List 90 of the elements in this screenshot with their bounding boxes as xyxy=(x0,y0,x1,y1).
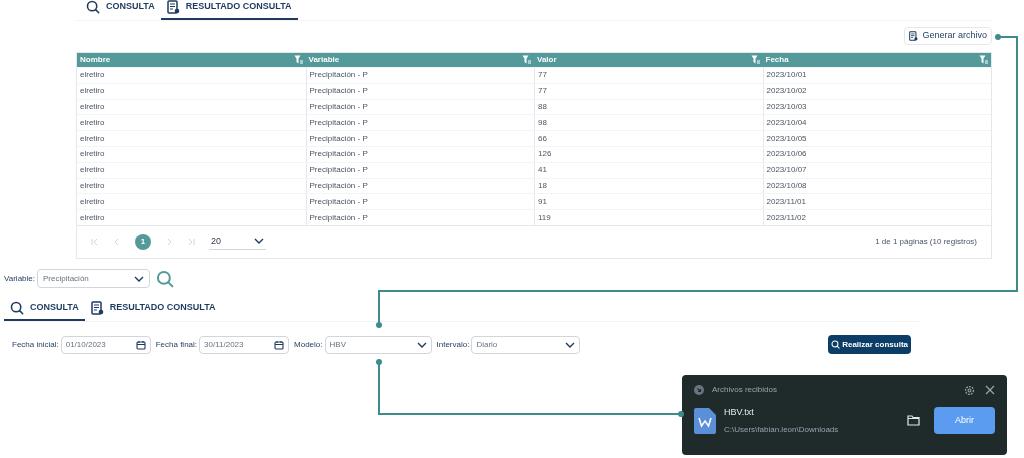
settings-icon[interactable] xyxy=(964,384,975,396)
folder-icon[interactable] xyxy=(907,415,920,427)
table-cell: elretiro xyxy=(80,179,105,192)
tab[interactable]: CONSULTA xyxy=(4,301,85,321)
dropdown[interactable]: HBV xyxy=(324,335,432,354)
table-cell: 2023/11/01 xyxy=(766,195,806,208)
field-label: Fecha final: xyxy=(155,338,198,351)
table-cell: Precipitación - P xyxy=(309,116,368,129)
chevron-down-icon xyxy=(134,275,144,282)
submit-button[interactable]: Realizar consulta xyxy=(828,335,911,354)
chevron-down-icon xyxy=(254,238,264,245)
pagination-summary: 1 de 1 páginas (10 registros) xyxy=(875,235,977,248)
document-icon xyxy=(90,301,104,315)
table-cell: Precipitación - P xyxy=(309,132,368,145)
table-cell: 66 xyxy=(538,132,547,145)
chevron-down-icon xyxy=(416,341,427,348)
tab[interactable]: RESULTADO CONSULTA xyxy=(160,0,298,20)
column-header[interactable]: Valor xyxy=(537,54,557,66)
filter-icon[interactable] xyxy=(750,55,760,65)
table-cell: Precipitación - P xyxy=(309,69,368,82)
field-label: Fecha inicial: xyxy=(12,338,59,351)
dropdown[interactable]: Diario xyxy=(471,335,581,354)
page-size-select[interactable]: 20 xyxy=(209,233,266,250)
filter-icon[interactable] xyxy=(293,55,303,65)
table-cell: elretiro xyxy=(80,195,105,208)
tab[interactable]: RESULTADO CONSULTA xyxy=(84,301,222,321)
search-icon xyxy=(86,0,100,14)
table-cell: Precipitación - P xyxy=(309,85,368,98)
field-label: Modelo: xyxy=(294,338,323,351)
file-icon xyxy=(694,407,716,434)
open-button[interactable]: Abrir xyxy=(934,407,995,435)
table-cell: 2023/10/03 xyxy=(766,101,807,113)
search-icon xyxy=(10,301,24,315)
table-cell: 91 xyxy=(538,195,547,208)
close-icon[interactable] xyxy=(985,385,995,395)
table-cell: Precipitación - P xyxy=(309,179,368,192)
file-name: HBV.txt xyxy=(724,406,755,419)
page-button[interactable]: 1 xyxy=(135,233,151,250)
search-icon xyxy=(156,269,174,288)
chevron-down-icon xyxy=(565,341,576,348)
table-cell: Precipitación - P xyxy=(309,195,368,208)
date-field[interactable]: 01/10/2023 xyxy=(60,335,151,354)
filter-icon[interactable] xyxy=(979,55,988,65)
table-cell: 41 xyxy=(538,164,547,177)
field-label: Variable: xyxy=(4,272,35,285)
search-button[interactable] xyxy=(156,269,174,288)
table-cell: 2023/11/02 xyxy=(766,211,806,224)
table-cell: 126 xyxy=(538,148,552,161)
table-cell: 2023/10/07 xyxy=(766,164,807,177)
column-header[interactable]: Nombre xyxy=(80,54,111,66)
table-cell: 2023/10/01 xyxy=(766,69,807,82)
table-cell: 2023/10/05 xyxy=(766,132,807,145)
table-cell: elretiro xyxy=(80,164,105,177)
date-field[interactable]: 30/11/2023 xyxy=(199,335,290,354)
table-cell: 2023/10/04 xyxy=(766,116,807,129)
table-cell: 88 xyxy=(538,101,547,113)
document-icon xyxy=(166,0,180,14)
table-cell: 98 xyxy=(538,116,547,129)
download-icon xyxy=(694,385,704,395)
variable-select[interactable]: Precipitación xyxy=(37,269,150,288)
table-cell: Precipitación - P xyxy=(309,164,368,177)
file-path: C:\Users\fabian.leon\Downloads xyxy=(724,423,839,436)
table-cell: 119 xyxy=(538,211,551,224)
table-cell: Precipitación - P xyxy=(309,148,368,161)
table-cell: Precipitación - P xyxy=(309,211,368,224)
generate-file-button[interactable]: Generar archivo xyxy=(904,27,992,45)
column-header[interactable]: Variable xyxy=(308,54,340,66)
document-icon xyxy=(909,31,919,41)
filter-icon[interactable] xyxy=(522,55,531,65)
table-cell: Precipitación - P xyxy=(309,101,368,113)
table-cell: 77 xyxy=(538,69,547,82)
tab[interactable]: CONSULTA xyxy=(80,0,161,20)
calendar-icon xyxy=(274,339,285,350)
table-cell: 2023/10/08 xyxy=(766,179,807,192)
table-cell: elretiro xyxy=(80,85,105,98)
table-cell: 2023/10/06 xyxy=(766,148,807,161)
table-cell: 77 xyxy=(538,85,547,98)
column-header[interactable]: Fecha xyxy=(765,54,789,66)
search-icon xyxy=(831,340,841,349)
table-cell: 18 xyxy=(538,179,547,192)
calendar-icon xyxy=(135,339,146,350)
field-label: Intervalo: xyxy=(436,338,470,351)
table-cell: elretiro xyxy=(80,148,105,161)
table-cell: elretiro xyxy=(80,101,105,113)
table-cell: elretiro xyxy=(80,116,105,129)
table-cell: 2023/10/02 xyxy=(766,85,807,98)
table-cell: elretiro xyxy=(80,132,105,145)
notification-title: Archivos recibidos xyxy=(712,384,777,396)
table-cell: elretiro xyxy=(80,211,105,224)
table-cell: elretiro xyxy=(80,69,105,82)
